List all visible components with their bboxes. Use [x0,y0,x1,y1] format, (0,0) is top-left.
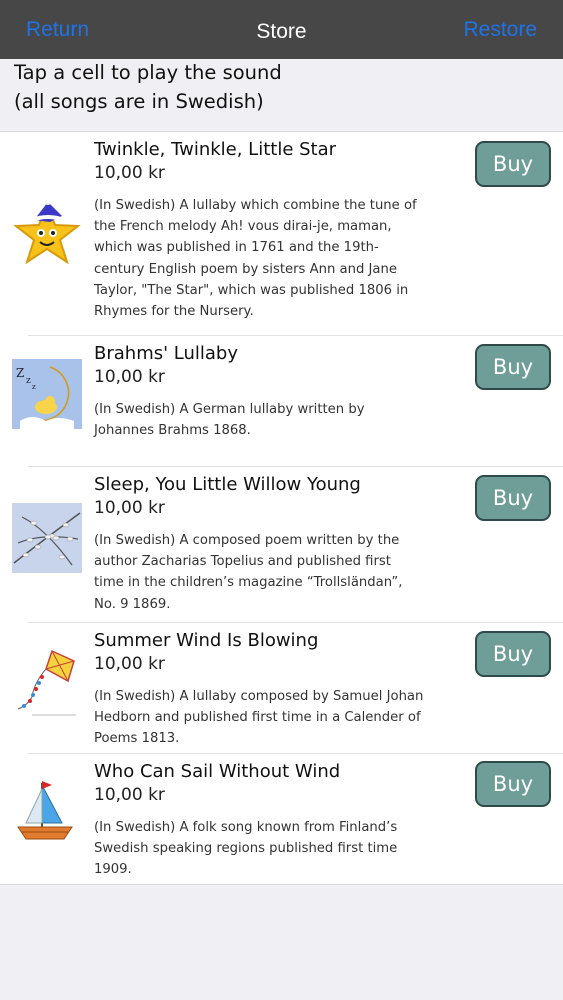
svg-text:z: z [26,376,31,386]
song-row-brahms[interactable]: Z z z Brahms' Lullaby 10,00 kr (In Swedi… [0,336,563,466]
song-title: Summer Wind Is Blowing [94,630,319,651]
willow-branch-icon [12,503,82,573]
buy-button[interactable]: Buy [475,475,551,521]
restore-button[interactable]: Restore [437,0,563,59]
song-description: (In Swedish) A composed poem written by … [94,533,403,612]
song-row-sail[interactable]: Who Can Sail Without Wind 10,00 kr (In S… [0,754,563,884]
song-description: (In Swedish) A lullaby composed by Samue… [94,689,424,747]
sleeping-moon-icon: Z z z [12,359,82,429]
song-row-twinkle[interactable]: Twinkle, Twinkle, Little Star 10,00 kr (… [0,132,563,335]
song-price: 10,00 kr [94,163,165,183]
song-list: Twinkle, Twinkle, Little Star 10,00 kr (… [0,131,563,885]
song-title: Brahms' Lullaby [94,343,238,364]
buy-button[interactable]: Buy [475,761,551,807]
svg-text:z: z [32,383,36,391]
navigation-bar: Return Restore [0,0,563,59]
song-price: 10,00 kr [94,654,165,674]
instructions-line-1: Tap a cell to play the sound [14,61,282,84]
song-price: 10,00 kr [94,498,165,518]
song-row-willow[interactable]: Sleep, You Little Willow Young 10,00 kr … [0,467,563,622]
song-row-summer-wind[interactable]: Summer Wind Is Blowing 10,00 kr (In Swed… [0,623,563,753]
star-icon [12,198,82,268]
song-description: (In Swedish) A lullaby which combine the… [94,198,417,320]
song-title: Sleep, You Little Willow Young [94,474,361,495]
instructions-header: Tap a cell to play the sound (all songs … [0,59,563,131]
sailboat-icon [12,777,82,847]
song-description: (In Swedish) A German lullaby written by… [94,402,365,439]
buy-button[interactable]: Buy [475,141,551,187]
return-button[interactable]: Return [0,0,115,59]
song-title: Twinkle, Twinkle, Little Star [94,139,337,160]
svg-text:Z: Z [16,366,24,380]
song-price: 10,00 kr [94,785,165,805]
buy-button[interactable]: Buy [475,344,551,390]
song-title: Who Can Sail Without Wind [94,761,341,782]
song-description: (In Swedish) A folk song known from Finl… [94,820,398,878]
kite-icon [12,647,82,717]
instructions-line-2: (all songs are in Swedish) [14,90,264,113]
song-price: 10,00 kr [94,367,165,387]
buy-button[interactable]: Buy [475,631,551,677]
